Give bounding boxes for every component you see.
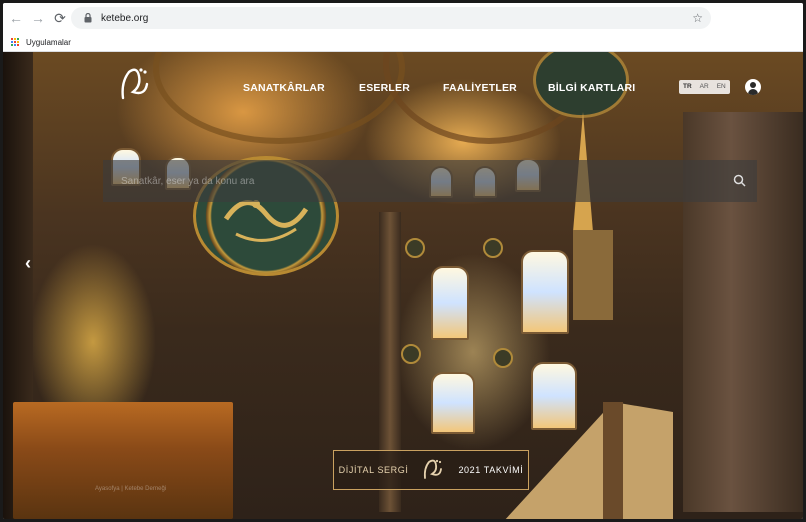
url-text: ketebe.org <box>101 12 149 24</box>
ketebe-logo[interactable] <box>115 62 153 108</box>
search-icon[interactable] <box>733 174 747 188</box>
lantern-decoration <box>13 402 233 519</box>
lang-tr[interactable]: TR <box>679 80 696 94</box>
medallion-decoration <box>405 238 425 258</box>
banner-right-text: 2021 TAKVİMİ <box>458 465 524 475</box>
dome-decoration <box>153 52 405 144</box>
apps-bookmark-label[interactable]: Uygulamalar <box>26 38 71 47</box>
lang-ar[interactable]: AR <box>696 80 713 94</box>
apps-grid-icon[interactable] <box>11 37 20 47</box>
reload-icon[interactable]: ⟳ <box>51 9 69 27</box>
nav-sanatkarlar[interactable]: SANATKÂRLAR <box>243 82 325 94</box>
digital-exhibition-banner[interactable]: DİJİTAL SERGİ 2021 TAKVİMİ <box>333 450 529 490</box>
nav-faaliyetler[interactable]: FAALİYETLER <box>443 82 517 94</box>
language-switcher: TR AR EN <box>679 80 730 94</box>
back-icon[interactable]: ← <box>7 9 25 27</box>
hero-section: SANATKÂRLAR ESERLER FAALİYETLER BİLGİ KA… <box>3 52 803 519</box>
lock-icon <box>83 12 93 24</box>
url-field[interactable]: ketebe.org ☆ <box>71 7 711 29</box>
lang-en[interactable]: EN <box>713 80 730 94</box>
nav-eserler[interactable]: ESERLER <box>359 82 410 94</box>
medallion-decoration <box>483 238 503 258</box>
forward-icon[interactable]: → <box>29 9 47 27</box>
bookmarks-bar: Uygulamalar <box>3 33 803 52</box>
address-bar-row: ← → ⟳ ketebe.org ☆ <box>3 3 803 33</box>
medallion-decoration <box>401 344 421 364</box>
browser-window: ← → ⟳ ketebe.org ☆ Uygulamalar SANATKÂRL… <box>3 3 803 519</box>
bookmark-star-icon[interactable]: ☆ <box>692 11 703 25</box>
search-input[interactable] <box>119 174 683 188</box>
window-decoration <box>431 266 469 340</box>
slider-prev-arrow-icon[interactable]: ‹ <box>25 254 37 272</box>
window-decoration <box>431 372 475 434</box>
photo-credit: Ayasofya | Ketebe Derneği <box>95 486 167 492</box>
user-account-icon[interactable] <box>745 79 761 95</box>
banner-left-text: DİJİTAL SERGİ <box>338 465 409 475</box>
search-bar <box>103 160 757 202</box>
nav-bilgi-kartlari[interactable]: BİLGİ KARTLARI <box>548 82 635 94</box>
ketebe-mark-icon <box>424 459 443 479</box>
